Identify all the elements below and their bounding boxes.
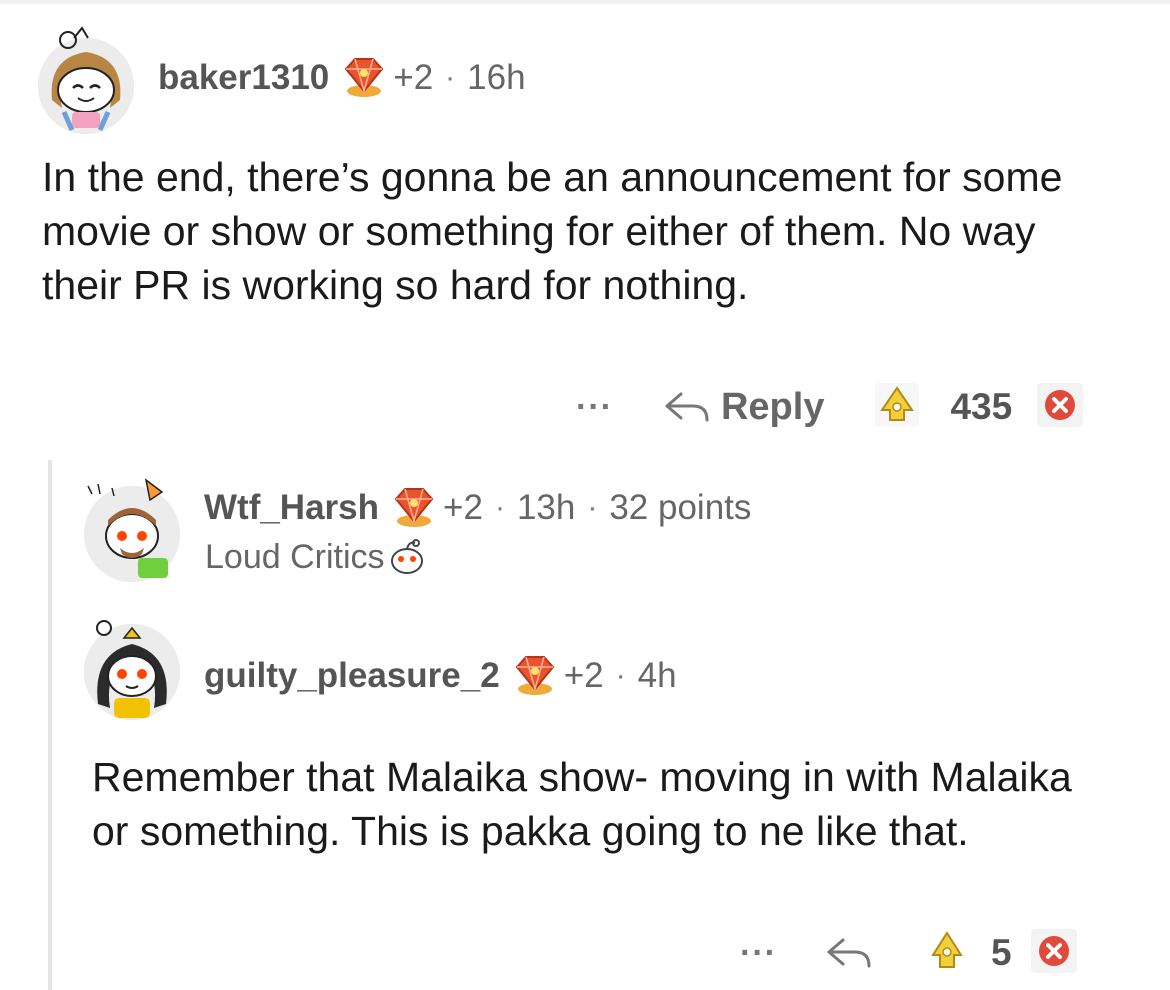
vote-score: 435 [950,386,1013,427]
vote-score: 5 [990,932,1012,973]
award-count: +2 [443,488,483,527]
award-count: +2 [393,58,434,97]
avatar[interactable] [84,620,180,720]
flair-label: Loud Critics [205,537,385,576]
comment-actions: ··· Reply 435 [576,382,1084,432]
timestamp: 16h [467,58,526,97]
snoo-avatar-icon [84,478,180,582]
separator-dot: · [615,659,626,692]
reply-label: Reply [720,385,825,428]
snoo-avatar-icon [84,620,180,720]
gem-award-icon[interactable] [341,53,387,104]
reply-button[interactable]: Reply [663,386,824,429]
comment-header: guilty_pleasure_2 +2 · 4h [204,655,677,696]
timestamp: 13h [516,488,576,527]
more-options-button[interactable]: ··· [740,934,777,973]
top-divider [0,0,1170,4]
reply-arrow-icon [827,938,871,968]
comment-header: Wtf_Harsh +2 · 13h · 32 points [204,487,752,528]
username[interactable]: baker1310 [158,58,329,98]
snoo-avatar-icon [38,26,134,134]
separator-dot: · [587,491,598,524]
reply-arrow-icon [665,392,709,422]
upvote-icon[interactable] [874,382,920,433]
username[interactable]: guilty_pleasure_2 [204,656,500,696]
downvote-icon[interactable] [1030,928,1078,979]
points: 32 points [609,488,752,527]
thread-line[interactable] [48,460,52,990]
more-options-button[interactable]: ··· [576,388,613,427]
gem-award-icon[interactable] [512,651,558,702]
comment-actions: ··· 5 [740,928,1078,978]
upvote-icon[interactable] [927,929,967,978]
separator-dot: · [494,491,505,524]
avatar[interactable] [84,478,180,582]
reply-button[interactable] [825,936,873,970]
separator-dot: · [445,61,456,94]
avatar[interactable] [38,26,134,134]
gem-award-icon[interactable] [391,483,437,534]
downvote-icon[interactable] [1036,382,1084,433]
comment-body: In the end, there’s gonna be an announce… [42,154,1063,308]
flair-emoji-icon [390,539,423,574]
user-flair: Loud Critics [205,536,427,578]
comment-header: baker1310 +2 · 16h [158,57,526,98]
comment-body: Remember that Malaika show- moving in wi… [92,754,1072,854]
username[interactable]: Wtf_Harsh [204,488,379,528]
award-count: +2 [563,656,604,695]
timestamp: 4h [637,656,677,695]
